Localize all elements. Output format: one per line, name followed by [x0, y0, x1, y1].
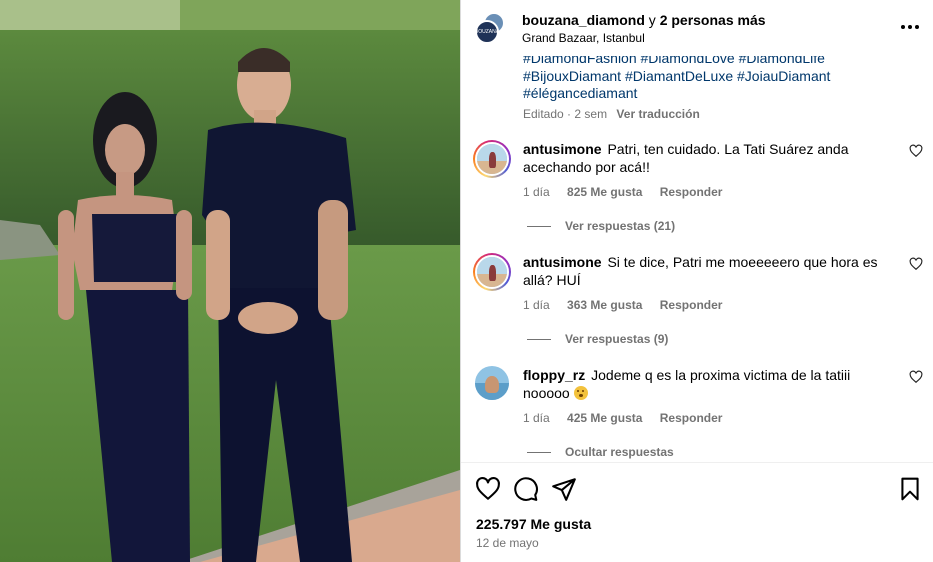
comment-like-heart-icon[interactable]: [909, 257, 923, 271]
view-replies-button[interactable]: Ver respuestas (21): [527, 219, 675, 233]
view-replies-button[interactable]: Ver respuestas (9): [527, 332, 668, 346]
hashtag-link[interactable]: #élégancediamant: [523, 85, 637, 101]
author-avatar[interactable]: BOUZANA: [475, 12, 507, 44]
post-date[interactable]: 12 de mayo: [476, 536, 539, 550]
hide-replies-label: Ocultar respuestas: [565, 445, 674, 459]
commenter-avatar[interactable]: [475, 366, 509, 400]
replies-line: [527, 225, 551, 227]
comment-body: floppy_rz Jodeme q es la proxima victima…: [523, 366, 895, 402]
edited-label: Editado: [523, 107, 564, 121]
hashtag-link[interactable]: #DiamondLove: [641, 56, 735, 66]
comment-meta: 1 día 425 Me gusta Responder: [523, 411, 736, 425]
hide-replies-button[interactable]: Ocultar respuestas: [527, 445, 674, 459]
comments-scroll-area[interactable]: #DiamondFashion #DiamondLove #DiamondLif…: [461, 56, 933, 462]
comment-time: 1 día: [523, 298, 550, 312]
brand-logo-text: BOUZANA: [474, 29, 500, 35]
author-line: bouzana_diamond y 2 personas más: [522, 12, 766, 28]
location-link[interactable]: Grand Bazaar, Istanbul: [522, 31, 645, 45]
likes-count[interactable]: 225.797 Me gusta: [476, 516, 591, 532]
post-image: [0, 0, 460, 562]
comment-likes[interactable]: 825 Me gusta: [567, 185, 642, 199]
comment-meta: 1 día 825 Me gusta Responder: [523, 185, 736, 199]
view-replies-label: Ver respuestas (9): [565, 332, 669, 346]
caption-age: 2 sem: [574, 107, 608, 121]
caption-hashtags: #DiamondFashion #DiamondLove #DiamondLif…: [523, 56, 919, 103]
view-replies-label: Ver respuestas (21): [565, 219, 676, 233]
meta-separator: ·: [567, 107, 572, 121]
author-username[interactable]: bouzana_diamond: [522, 12, 645, 28]
comment-username[interactable]: antusimone: [523, 141, 602, 157]
comment-username[interactable]: antusimone: [523, 254, 602, 270]
reply-button[interactable]: Responder: [660, 411, 723, 425]
bookmark-icon[interactable]: [897, 476, 923, 502]
replies-line: [527, 338, 551, 340]
comment-icon[interactable]: [513, 476, 539, 502]
share-icon[interactable]: [551, 476, 577, 502]
hashtag-link[interactable]: #DiamondLife: [739, 56, 825, 66]
hashtag-link[interactable]: #BijouxDiamant: [523, 68, 621, 84]
caption-meta: Editado · 2 sem Ver traducción: [523, 107, 700, 121]
comment-like-heart-icon[interactable]: [909, 370, 923, 384]
comment-username[interactable]: floppy_rz: [523, 367, 585, 383]
post-header: BOUZANA bouzana_diamond y 2 personas más…: [461, 0, 933, 56]
commenter-avatar[interactable]: [473, 253, 511, 291]
comment-body: antusimone Patri, ten cuidado. La Tati S…: [523, 140, 895, 176]
comment-body: antusimone Si te dice, Patri me moeeeeer…: [523, 253, 895, 289]
more-options-icon[interactable]: [899, 16, 921, 38]
replies-line: [527, 451, 551, 453]
comment-likes[interactable]: 363 Me gusta: [567, 298, 642, 312]
post-actions-bar: 225.797 Me gusta 12 de mayo: [461, 462, 933, 562]
hashtag-link[interactable]: #DiamondFashion: [523, 56, 637, 66]
brand-logo-avatar: BOUZANA: [475, 20, 499, 44]
commenter-avatar[interactable]: [473, 140, 511, 178]
comment-like-heart-icon[interactable]: [909, 144, 923, 158]
heart-icon[interactable]: [475, 476, 501, 502]
comment-likes[interactable]: 425 Me gusta: [567, 411, 642, 425]
collaborators-link[interactable]: 2 personas más: [660, 12, 766, 28]
reply-button[interactable]: Responder: [660, 185, 723, 199]
collab-connector: y: [648, 12, 656, 28]
comment-time: 1 día: [523, 185, 550, 199]
reply-button[interactable]: Responder: [660, 298, 723, 312]
flushed-face-emoji-icon: [573, 386, 588, 400]
comment-meta: 1 día 363 Me gusta Responder: [523, 298, 736, 312]
hashtag-link[interactable]: #DiamantDeLuxe: [625, 68, 733, 84]
post-side-panel: BOUZANA bouzana_diamond y 2 personas más…: [461, 0, 933, 562]
see-translation-button[interactable]: Ver traducción: [616, 107, 699, 121]
comment-time: 1 día: [523, 411, 550, 425]
post-photo[interactable]: [0, 0, 460, 562]
hashtag-link[interactable]: #JoiauDiamant: [737, 68, 830, 84]
